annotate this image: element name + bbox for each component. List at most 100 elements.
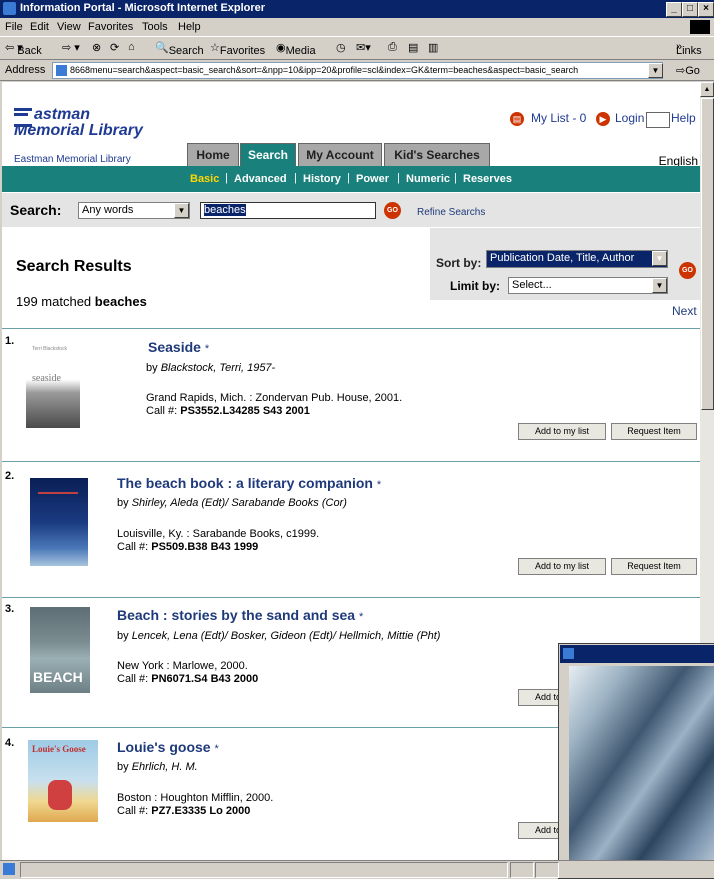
add-to-my-list-button[interactable]: Add to my list xyxy=(518,558,606,575)
sort-label: Sort by: xyxy=(436,256,482,270)
result-publication: Grand Rapids, Mich. : Zondervan Pub. Hou… xyxy=(146,392,403,404)
book-cover[interactable]: BEACH xyxy=(30,607,90,693)
result-author[interactable]: by Lencek, Lena (Edt)/ Bosker, Gideon (E… xyxy=(117,630,440,642)
book-cover[interactable]: Louie's Goose xyxy=(28,740,98,822)
sort-go-button[interactable]: GO xyxy=(679,262,696,279)
subnav-advanced[interactable]: Advanced xyxy=(234,173,287,185)
book-cover[interactable] xyxy=(30,478,88,566)
mail-icon[interactable]: ✉▾ xyxy=(356,41,371,54)
address-go-button[interactable]: ⇨Go xyxy=(676,64,700,77)
result-title-link[interactable]: Louie's goose * xyxy=(117,739,219,755)
result-title-link[interactable]: Beach : stories by the sand and sea * xyxy=(117,607,363,623)
result-call-number: Call #: PS3552.L34285 S43 2001 xyxy=(146,405,310,417)
popup-window[interactable] xyxy=(558,643,714,879)
windows-flag-icon xyxy=(690,20,710,34)
window-title: Information Portal - Microsoft Internet … xyxy=(20,2,266,14)
search-type-select[interactable]: Any words ▼ xyxy=(78,202,190,219)
chevron-down-icon: ▼ xyxy=(652,278,667,293)
status-segment xyxy=(535,862,559,878)
menu-tools[interactable]: Tools xyxy=(142,21,168,33)
menu-favorites[interactable]: Favorites xyxy=(88,21,133,33)
search-input[interactable]: beaches xyxy=(200,202,376,219)
window-titlebar: Information Portal - Microsoft Internet … xyxy=(0,0,714,18)
menu-view[interactable]: View xyxy=(57,21,81,33)
home-icon[interactable]: ⌂ xyxy=(128,41,135,53)
subnav-basic[interactable]: Basic xyxy=(190,173,219,185)
result-number: 3. xyxy=(5,603,15,615)
search-button[interactable]: 🔍 Search xyxy=(155,41,204,57)
history-icon[interactable]: ◷ xyxy=(336,41,346,54)
subnav-reserves[interactable]: Reserves xyxy=(463,173,512,185)
links-button[interactable]: Links » xyxy=(676,41,702,57)
minimize-button[interactable]: _ xyxy=(666,2,682,17)
search-bar: Search: Any words ▼ beaches GO Refine Sea… xyxy=(2,193,700,227)
divider xyxy=(2,328,700,329)
limit-select[interactable]: Select... ▼ xyxy=(508,277,668,294)
result-call-number: Call #: PZ7.E3335 Lo 2000 xyxy=(117,805,251,817)
favorites-button[interactable]: ☆ Favorites xyxy=(210,41,265,57)
status-segment xyxy=(510,862,534,878)
address-input[interactable]: 8668menu=search&aspect=basic_search&sort… xyxy=(52,62,663,79)
forward-button[interactable]: ⇨ ▾ xyxy=(62,41,80,54)
address-bar: Address 8668menu=search&aspect=basic_sea… xyxy=(0,60,714,81)
scroll-thumb[interactable] xyxy=(701,98,714,410)
tab-my-account[interactable]: My Account xyxy=(298,143,382,167)
search-subnav: Basic | Advanced | History | Power | Num… xyxy=(2,166,700,192)
my-list-link[interactable]: My List - 0 xyxy=(531,111,586,125)
result-title-link[interactable]: The beach book : a literary companion * xyxy=(117,475,381,491)
menu-file[interactable]: File xyxy=(5,21,23,33)
menu-bar: File Edit View Favorites Tools Help xyxy=(0,19,714,37)
menu-help[interactable]: Help xyxy=(178,21,201,33)
status-bar xyxy=(0,860,714,878)
add-to-my-list-button[interactable]: Add to my list xyxy=(518,423,606,440)
back-button[interactable]: ⇦ Back ▾ xyxy=(5,41,42,57)
ie-logo-icon xyxy=(563,648,574,659)
search-go-button[interactable]: GO xyxy=(384,202,401,219)
tab-home[interactable]: Home xyxy=(187,143,239,167)
result-publication: New York : Marlowe, 2000. xyxy=(117,660,248,672)
result-author[interactable]: by Blackstock, Terri, 1957- xyxy=(146,362,275,374)
popup-beach-image xyxy=(569,666,714,878)
tab-kids-searches[interactable]: Kid's Searches xyxy=(384,143,490,167)
request-item-button[interactable]: Request Item xyxy=(611,558,697,575)
sort-select[interactable]: Publication Date, Title, Author ▼ xyxy=(486,250,668,268)
maximize-button[interactable]: □ xyxy=(682,2,698,17)
status-text xyxy=(20,862,508,878)
refresh-icon[interactable]: ⟳ xyxy=(110,41,119,54)
result-author[interactable]: by Shirley, Aleda (Edt)/ Sarabande Books… xyxy=(117,497,347,509)
result-title-link[interactable]: Seaside * xyxy=(148,339,209,355)
result-number: 2. xyxy=(5,470,15,482)
menu-edit[interactable]: Edit xyxy=(30,21,49,33)
page-status-icon xyxy=(3,863,15,875)
tab-search[interactable]: Search xyxy=(240,143,296,167)
request-item-button[interactable]: Request Item xyxy=(611,423,697,440)
address-label: Address xyxy=(5,64,46,76)
popup-titlebar[interactable] xyxy=(560,645,714,663)
scroll-up-icon[interactable]: ▲ xyxy=(700,82,714,97)
subnav-numeric[interactable]: Numeric xyxy=(406,173,450,185)
subnav-history[interactable]: History xyxy=(303,173,341,185)
address-dropdown[interactable]: ▼ xyxy=(648,63,663,78)
subnav-power[interactable]: Power xyxy=(356,173,389,185)
search-label: Search: xyxy=(10,202,62,218)
edit-icon[interactable]: ▤ xyxy=(408,41,418,54)
result-author[interactable]: by Ehrlich, H. M. xyxy=(117,761,198,773)
result-number: 4. xyxy=(5,737,15,749)
stop-icon[interactable]: ⊗ xyxy=(92,41,101,54)
media-button[interactable]: ◉ Media xyxy=(276,41,316,57)
divider xyxy=(2,461,700,462)
refine-searches-link[interactable]: Refine Searchs xyxy=(417,207,485,218)
help-box-icon[interactable] xyxy=(646,112,670,128)
print-icon[interactable]: ⎙ xyxy=(388,41,397,54)
my-list-icon[interactable]: ▤ xyxy=(510,112,524,126)
address-value: 8668menu=search&aspect=basic_search&sort… xyxy=(70,65,579,75)
login-link[interactable]: Login xyxy=(615,111,644,125)
library-name: Eastman Memorial Library xyxy=(14,154,131,165)
book-cover[interactable]: Terri Blackstock seaside xyxy=(26,340,80,428)
login-arrow-icon[interactable]: ▶ xyxy=(596,112,610,126)
close-button[interactable]: × xyxy=(698,2,714,17)
next-link[interactable]: Next xyxy=(672,304,697,318)
help-link[interactable]: Help xyxy=(671,111,696,125)
discuss-icon[interactable]: ▥ xyxy=(428,41,438,54)
result-number: 1. xyxy=(5,335,15,347)
